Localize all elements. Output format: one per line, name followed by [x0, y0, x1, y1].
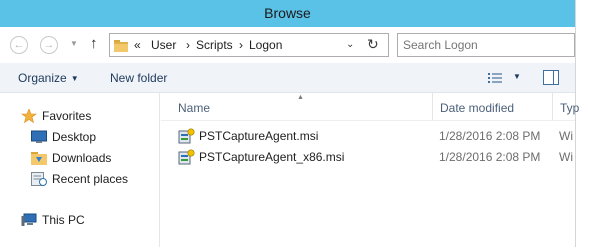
preview-pane-icon[interactable]	[543, 70, 559, 85]
header-divider	[161, 120, 575, 121]
column-header-label: Typ	[560, 101, 580, 115]
breadcrumb-user[interactable]: User	[151, 38, 176, 52]
breadcrumb-separator[interactable]: ›	[186, 38, 190, 52]
sidebar-item-label: Favorites	[42, 109, 92, 123]
sidebar-item-label: This PC	[42, 213, 85, 227]
view-options-icon[interactable]	[488, 73, 502, 83]
recent-places-icon	[31, 172, 47, 186]
window-border	[575, 0, 576, 247]
breadcrumb-separator[interactable]: ›	[239, 38, 243, 52]
search-input[interactable]	[403, 37, 568, 53]
msi-package-icon	[178, 128, 195, 144]
file-list: ▲ Name Date modified Typ PSTCaptureAgent…	[161, 93, 579, 247]
chevron-down-icon: ▼	[70, 74, 79, 83]
chevron-down-icon[interactable]: ▼	[513, 72, 521, 81]
sidebar-item-this-pc[interactable]: This PC	[0, 210, 158, 230]
file-date-modified: 1/28/2016 2:08 PM	[439, 150, 541, 164]
column-header-name[interactable]: Name	[171, 93, 433, 121]
forward-button[interactable]: →	[40, 36, 58, 54]
computer-icon	[21, 213, 37, 226]
sidebar-item-favorites[interactable]: Favorites	[0, 106, 158, 126]
chevron-down-icon[interactable]: ⌄	[346, 39, 354, 50]
window-edge	[575, 0, 598, 247]
file-row[interactable]: PSTCaptureAgent.msi 1/28/2016 2:08 PM Wi	[161, 125, 575, 146]
navigation-pane: Favorites Desktop Downloads Recent place…	[0, 93, 160, 247]
new-folder-button[interactable]: New folder	[110, 71, 167, 85]
file-row[interactable]: PSTCaptureAgent_x86.msi 1/28/2016 2:08 P…	[161, 146, 575, 167]
command-bar: Organize ▼ New folder ▼	[0, 63, 575, 93]
file-type: Wi	[559, 129, 573, 143]
column-header-label: Name	[178, 101, 211, 115]
file-name: PSTCaptureAgent_x86.msi	[199, 150, 345, 164]
breadcrumb-overflow[interactable]: «	[134, 38, 141, 52]
column-header-type[interactable]: Typ	[553, 93, 579, 121]
refresh-icon[interactable]: ↻	[367, 36, 379, 53]
up-button[interactable]: ↑	[90, 35, 98, 52]
downloads-folder-icon	[31, 152, 47, 165]
window-title: Browse	[264, 5, 311, 21]
file-type: Wi	[559, 150, 573, 164]
desktop-icon	[31, 130, 47, 143]
navigation-bar: ← → ▼ ↑ « User › Scripts › Logon ⌄ ↻	[0, 27, 575, 63]
search-box[interactable]	[397, 33, 575, 57]
msi-package-icon	[178, 149, 195, 165]
recent-locations-dropdown[interactable]: ▼	[70, 39, 78, 48]
title-bar: Browse	[0, 0, 575, 27]
organize-button[interactable]: Organize ▼	[18, 71, 79, 85]
star-icon	[21, 109, 37, 123]
file-date-modified: 1/28/2016 2:08 PM	[439, 129, 541, 143]
sidebar-item-desktop[interactable]: Desktop	[0, 127, 158, 147]
column-header-label: Date modified	[440, 101, 515, 115]
address-bar[interactable]: « User › Scripts › Logon ⌄ ↻	[109, 33, 389, 57]
organize-label: Organize	[18, 71, 67, 85]
sidebar-item-label: Recent places	[52, 172, 129, 186]
breadcrumb-logon[interactable]: Logon	[249, 38, 282, 52]
sidebar-item-label: Desktop	[52, 130, 97, 144]
breadcrumb-scripts[interactable]: Scripts	[196, 38, 233, 52]
sidebar-item-label: Downloads	[52, 151, 112, 165]
back-button[interactable]: ←	[10, 36, 28, 54]
file-name: PSTCaptureAgent.msi	[199, 129, 319, 143]
sidebar-item-recent-places[interactable]: Recent places	[0, 169, 158, 189]
sidebar-item-downloads[interactable]: Downloads	[0, 148, 158, 168]
folder-icon	[114, 40, 128, 52]
column-header-date-modified[interactable]: Date modified	[433, 93, 553, 121]
